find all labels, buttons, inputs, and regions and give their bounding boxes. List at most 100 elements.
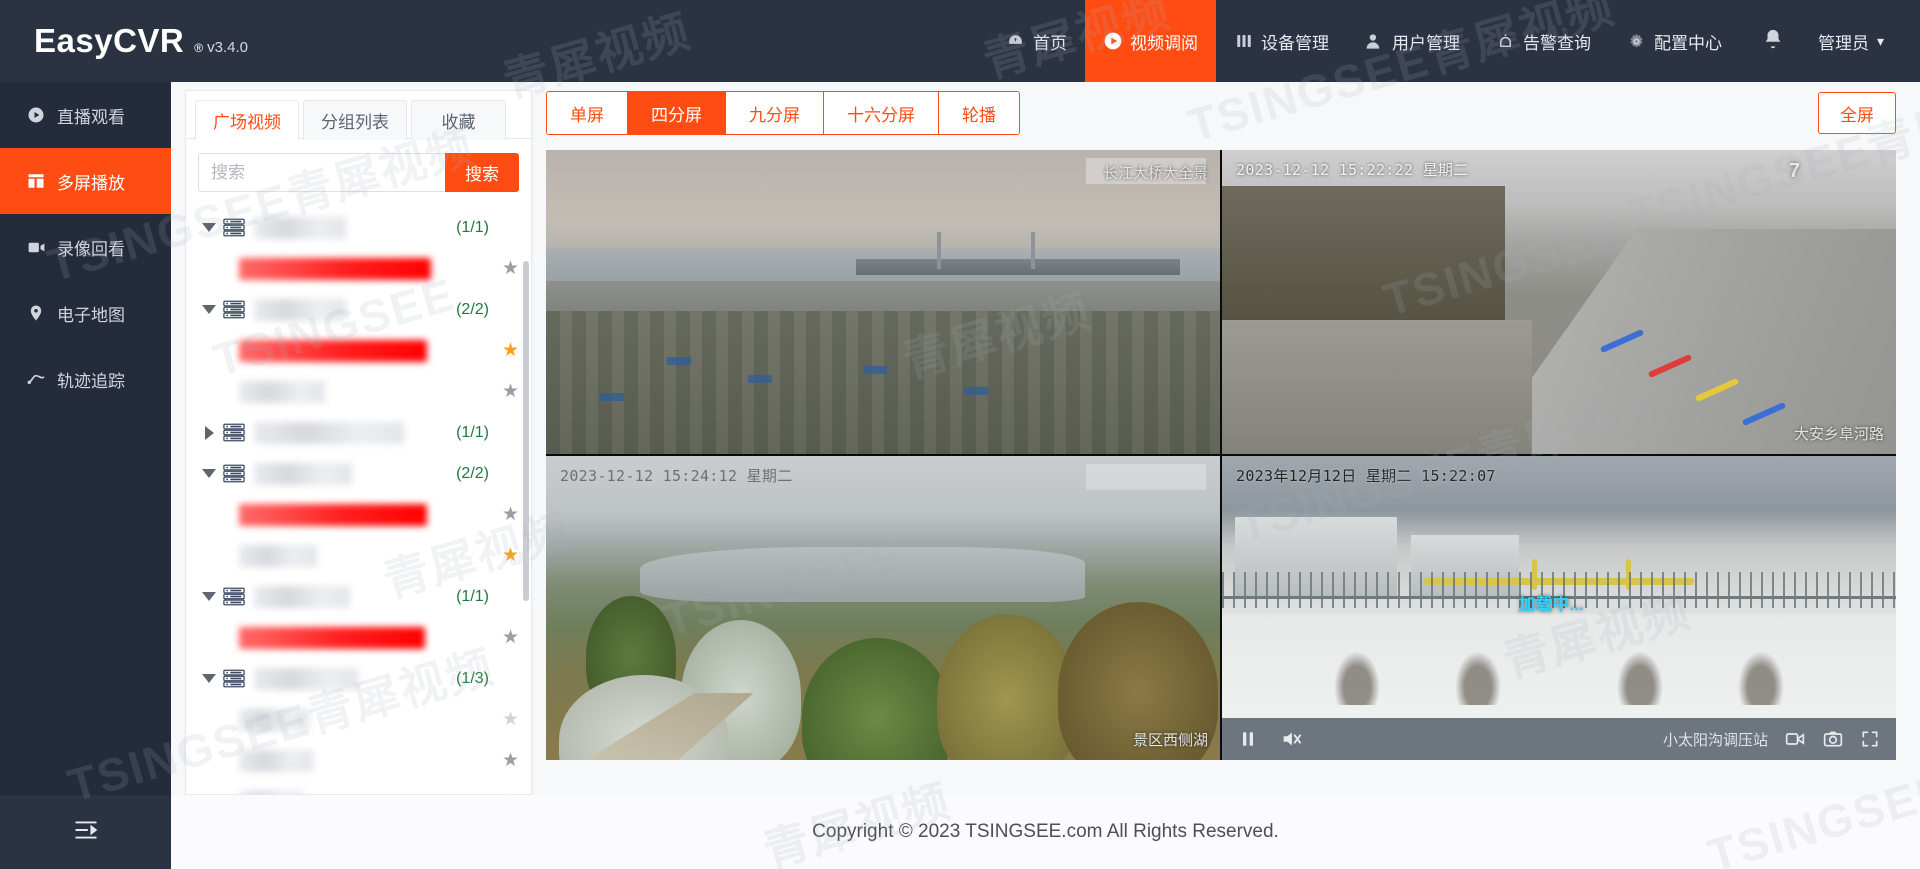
tree-item-label-redacted xyxy=(239,257,431,280)
caret-down-icon[interactable] xyxy=(200,469,218,478)
tab-label-group-list: 分组列表 xyxy=(321,113,389,132)
tree-child-row[interactable]: ★ xyxy=(186,535,531,576)
tree-child-row[interactable]: ★ xyxy=(186,371,531,412)
controls-camera-name: 小太阳沟调压站 xyxy=(1662,731,1768,749)
tree-item-label-redacted xyxy=(254,585,350,608)
sidebar-collapse-button[interactable] xyxy=(0,795,171,869)
alarm-icon xyxy=(1496,31,1516,51)
video-cell-top-right[interactable]: 2023-12-12 15:22:22 星期二 7 大安乡阜河路 xyxy=(1222,150,1896,454)
nav-label-alarm-query: 告警查询 xyxy=(1522,33,1591,53)
tree-scrollbar[interactable] xyxy=(523,261,529,601)
device-group-icon xyxy=(223,464,245,483)
tree-item-label-redacted xyxy=(239,339,427,362)
tree-item-label-redacted xyxy=(254,667,358,690)
caret-down-icon[interactable] xyxy=(200,592,218,601)
gear-icon xyxy=(1627,31,1647,51)
tree-child-row[interactable]: ★ xyxy=(186,248,531,289)
split-button-sixteen[interactable]: 十六分屏 xyxy=(824,92,939,134)
tab-favorites[interactable]: 收藏 xyxy=(411,100,506,140)
favorite-star-icon[interactable]: ★ xyxy=(502,341,519,360)
favorite-star-icon[interactable]: ★ xyxy=(502,628,519,647)
tree-group-row[interactable]: (1/1) xyxy=(186,207,531,248)
sidebar-label-track: 轨迹追踪 xyxy=(57,371,125,391)
tree-group-row[interactable]: (1/1) xyxy=(186,412,531,453)
play-circle-icon xyxy=(26,105,46,125)
tree-child-row[interactable]: ★ xyxy=(186,494,531,535)
split-button-quad[interactable]: 四分屏 xyxy=(628,92,726,134)
tree-group-row[interactable]: (2/2) xyxy=(186,453,531,494)
device-tree[interactable]: (1/1) ★ (2/2) ★ ★ (1/1) (2/2) ★ ★ (1/1) ★ (1/3) ★ ★ ★ xyxy=(186,199,531,794)
sidebar-item-live-view[interactable]: 直播观看 xyxy=(0,82,171,148)
split-label-carousel: 轮播 xyxy=(962,105,996,125)
registered-mark: ® xyxy=(194,41,204,55)
tree-child-row[interactable]: ★ xyxy=(186,781,531,794)
tree-item-label-redacted xyxy=(254,216,346,239)
camera-name-top-left: 长江大桥大全景 xyxy=(1102,165,1208,182)
favorite-star-icon[interactable]: ★ xyxy=(502,546,519,565)
tree-child-row[interactable]: ★ xyxy=(186,617,531,658)
tree-item-count: (1/1) xyxy=(456,218,489,236)
notification-bell-button[interactable] xyxy=(1740,0,1806,82)
expand-fullscreen-icon[interactable] xyxy=(1860,729,1880,749)
video-frame-bridge xyxy=(546,150,1220,454)
video-cell-bottom-right[interactable]: 2023年12月12日 星期二 15:22:07 加载中... 小太阳沟调压站 xyxy=(1222,456,1896,760)
nav-item-home[interactable]: 首页 xyxy=(988,0,1085,82)
sidebar-item-multiscreen[interactable]: 多屏播放 xyxy=(0,148,171,214)
nav-item-config-center[interactable]: 配置中心 xyxy=(1609,0,1740,82)
tab-group-list[interactable]: 分组列表 xyxy=(303,100,407,140)
video-controls-bar: 小太阳沟调压站 xyxy=(1222,718,1896,760)
search-input[interactable] xyxy=(198,153,445,192)
camera-snapshot-icon[interactable] xyxy=(1822,729,1844,749)
favorite-star-icon[interactable]: ★ xyxy=(502,259,519,278)
device-icon xyxy=(1234,31,1254,51)
caret-down-icon[interactable] xyxy=(200,223,218,232)
split-button-carousel[interactable]: 轮播 xyxy=(939,92,1019,134)
sidebar-item-emap[interactable]: 电子地图 xyxy=(0,280,171,346)
home-icon xyxy=(1006,31,1026,51)
tree-item-label-redacted xyxy=(239,749,313,772)
sidebar-item-playback[interactable]: 录像回看 xyxy=(0,214,171,280)
user-menu-label: 管理员 xyxy=(1817,33,1869,53)
favorite-star-icon[interactable]: ★ xyxy=(502,792,519,794)
caret-down-icon[interactable] xyxy=(200,305,218,314)
sidebar-label-live-view: 直播观看 xyxy=(57,107,125,127)
nav-item-device-manage[interactable]: 设备管理 xyxy=(1216,0,1347,82)
tree-group-row[interactable]: (1/1) xyxy=(186,576,531,617)
tab-label-favorites: 收藏 xyxy=(441,113,476,132)
caret-down-icon[interactable] xyxy=(200,674,218,683)
video-toolbar: 单屏 四分屏 九分屏 十六分屏 轮播 全屏 xyxy=(546,90,1896,136)
nav-item-user-manage[interactable]: 用户管理 xyxy=(1347,0,1478,82)
pause-icon[interactable] xyxy=(1238,729,1258,749)
nav-label-user-manage: 用户管理 xyxy=(1391,33,1460,53)
tab-square-video[interactable]: 广场视频 xyxy=(195,100,299,140)
nav-item-alarm-query[interactable]: 告警查询 xyxy=(1478,0,1609,82)
split-label-quad: 四分屏 xyxy=(651,105,702,125)
nav-item-video-review[interactable]: 视频调阅 xyxy=(1084,0,1216,82)
search-button[interactable]: 搜索 xyxy=(445,153,519,192)
fullscreen-button[interactable]: 全屏 xyxy=(1818,92,1896,134)
sidebar-label-multiscreen: 多屏播放 xyxy=(57,173,125,193)
video-cell-bottom-left[interactable]: 2023-12-12 15:24:12 星期二 景区西侧湖 xyxy=(546,456,1220,760)
favorite-star-icon[interactable]: ★ xyxy=(502,710,519,729)
tree-group-row[interactable]: (2/2) xyxy=(186,289,531,330)
favorite-star-icon[interactable]: ★ xyxy=(502,751,519,770)
tree-child-row[interactable]: ★ xyxy=(186,699,531,740)
favorite-star-icon[interactable]: ★ xyxy=(502,505,519,524)
split-button-nine[interactable]: 九分屏 xyxy=(726,92,824,134)
brand-logo[interactable]: EasyCVR ® v3.4.0 xyxy=(0,22,420,60)
split-button-single[interactable]: 单屏 xyxy=(547,92,628,134)
fullscreen-label: 全屏 xyxy=(1840,105,1874,125)
video-cell-top-left[interactable]: 长江大桥大全景 xyxy=(546,150,1220,454)
multiscreen-icon xyxy=(26,171,46,191)
tree-child-row[interactable]: ★ xyxy=(186,330,531,371)
tree-group-row[interactable]: (1/3) xyxy=(186,658,531,699)
volume-muted-icon[interactable] xyxy=(1280,728,1302,750)
version-label: v3.4.0 xyxy=(207,39,248,56)
user-menu[interactable]: 管理员 ▾ xyxy=(1806,29,1920,54)
caret-right-icon[interactable] xyxy=(200,425,218,440)
favorite-star-icon[interactable]: ★ xyxy=(502,382,519,401)
record-video-icon[interactable] xyxy=(1784,729,1806,749)
sidebar-item-track[interactable]: 轨迹追踪 xyxy=(0,346,171,412)
video-frame-road xyxy=(1222,150,1896,454)
tree-child-row[interactable]: ★ xyxy=(186,740,531,781)
